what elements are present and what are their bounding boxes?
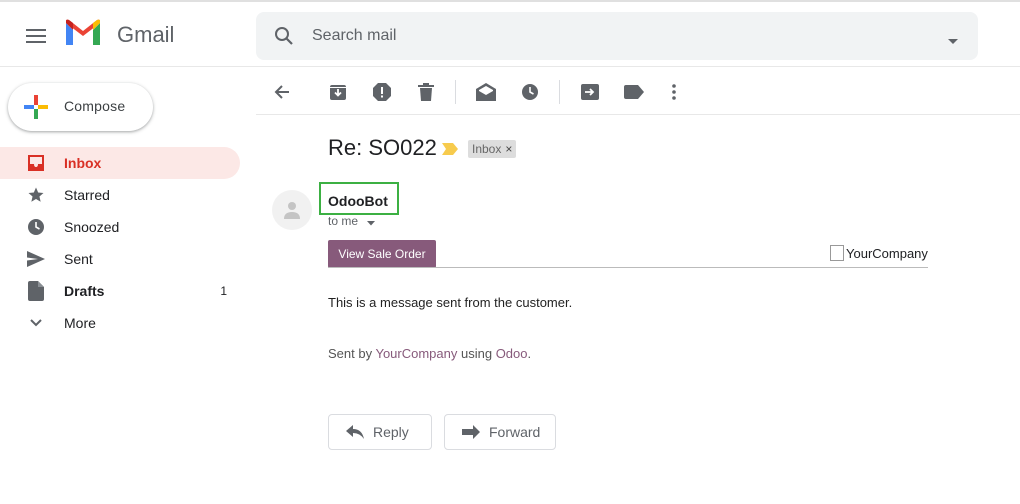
sidebar-item-inbox[interactable]: Inbox (0, 147, 240, 179)
sidebar-nav: Inbox Starred Snoozed Sent Drafts 1 More (0, 147, 240, 339)
main-menu-icon[interactable] (22, 22, 50, 50)
reply-icon (345, 422, 365, 442)
app-header: Gmail (0, 2, 1020, 67)
send-icon (26, 249, 46, 269)
sender-name[interactable]: OdooBot (328, 193, 388, 209)
sidebar-item-label: Inbox (64, 155, 102, 171)
view-sale-order-button[interactable]: View Sale Order (328, 240, 436, 268)
message-body: This is a message sent from the customer… (328, 295, 573, 310)
company-link[interactable]: YourCompany (375, 346, 457, 361)
back-arrow-icon[interactable] (270, 80, 294, 104)
sent-by-suffix: . (527, 346, 532, 361)
search-icon[interactable] (272, 24, 296, 53)
inbox-label-chip[interactable]: Inbox × (468, 140, 517, 158)
forward-button[interactable]: Forward (444, 414, 556, 450)
person-icon (284, 202, 300, 219)
odoo-link[interactable]: Odoo (496, 346, 528, 361)
snooze-icon[interactable] (518, 80, 542, 104)
recipient-details[interactable]: to me (328, 214, 376, 229)
search-bar[interactable] (256, 12, 978, 60)
toolbar-divider (559, 80, 560, 104)
toolbar-divider (455, 80, 456, 104)
draft-icon (26, 281, 46, 301)
sidebar-item-starred[interactable]: Starred (0, 179, 240, 211)
star-icon (26, 185, 46, 205)
search-options-icon[interactable] (948, 32, 958, 50)
importance-marker-icon[interactable] (442, 142, 458, 160)
compose-label: Compose (64, 98, 126, 114)
app-name: Gmail (117, 22, 175, 47)
sidebar-item-label: Starred (64, 187, 110, 203)
email-header-divider (328, 267, 928, 268)
remove-label-icon[interactable]: × (505, 142, 512, 156)
message-toolbar (256, 68, 1020, 115)
delete-icon[interactable] (414, 80, 438, 104)
compose-button[interactable]: Compose (8, 83, 153, 131)
company-logo-alt-text: YourCompany (846, 245, 928, 261)
chevron-down-icon[interactable] (367, 215, 376, 229)
sidebar-item-label: Snoozed (64, 219, 120, 235)
sidebar-item-sent[interactable]: Sent (0, 243, 240, 275)
sent-by-prefix: Sent by (328, 346, 376, 361)
forward-label: Forward (489, 424, 541, 440)
message-subject: Re: SO022 (328, 135, 437, 160)
search-input[interactable] (312, 12, 912, 60)
sidebar-item-label: Sent (64, 251, 93, 267)
sidebar-item-drafts[interactable]: Drafts 1 (0, 275, 240, 307)
sidebar-item-label: Drafts (64, 283, 105, 299)
sender-avatar (272, 190, 312, 230)
sidebar-item-label: More (64, 315, 96, 331)
clock-icon (26, 217, 46, 237)
reply-button[interactable]: Reply (328, 414, 432, 450)
mark-unread-icon[interactable] (474, 80, 498, 104)
sent-by-footer: Sent by YourCompany using Odoo. (328, 346, 531, 361)
chevron-down-icon (26, 313, 46, 333)
label-icon[interactable] (622, 80, 646, 104)
inbox-icon (26, 153, 46, 173)
sent-by-middle: using (457, 346, 496, 361)
label-chip-text: Inbox (472, 142, 502, 156)
archive-icon[interactable] (326, 80, 350, 104)
move-to-icon[interactable] (578, 80, 602, 104)
reply-label: Reply (373, 424, 409, 440)
sidebar-item-snoozed[interactable]: Snoozed (0, 211, 240, 243)
report-spam-icon[interactable] (370, 80, 394, 104)
gmail-logo-icon[interactable] (64, 19, 104, 51)
broken-image-icon (830, 245, 844, 261)
more-vert-icon[interactable] (662, 80, 686, 104)
compose-plus-icon (24, 95, 48, 119)
forward-icon (461, 422, 481, 442)
sidebar-item-more[interactable]: More (0, 307, 240, 339)
company-logo-image: YourCompany (830, 245, 928, 261)
drafts-count: 1 (220, 284, 227, 298)
recipient-label: to me (328, 214, 359, 228)
